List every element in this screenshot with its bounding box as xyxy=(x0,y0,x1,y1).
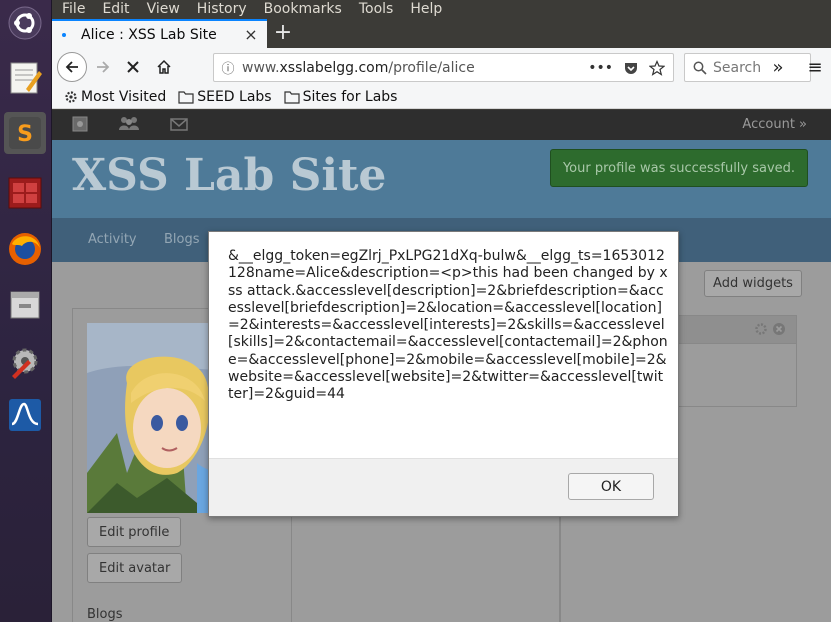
stop-x-icon xyxy=(127,61,139,73)
gear-icon xyxy=(65,91,77,103)
add-widgets-button[interactable]: Add widgets xyxy=(704,270,802,297)
bookmark-star-icon[interactable] xyxy=(649,59,665,76)
search-placeholder: Search xyxy=(713,59,762,76)
search-box[interactable]: Search xyxy=(684,53,811,82)
alert-footer: OK xyxy=(209,458,678,516)
friends-icon[interactable] xyxy=(118,116,140,132)
menu-history[interactable]: History xyxy=(197,0,247,19)
tab-title: Alice : XSS Lab Site xyxy=(81,26,217,43)
site-title[interactable]: XSS Lab Site xyxy=(72,150,386,201)
sublime-text-icon[interactable]: S xyxy=(4,112,46,154)
application-menubar: File Edit View History Bookmarks Tools H… xyxy=(52,0,831,19)
widget-close-icon[interactable] xyxy=(772,322,786,336)
home-icon xyxy=(157,59,171,74)
menu-view[interactable]: View xyxy=(147,0,180,19)
tab-close-icon[interactable]: × xyxy=(243,25,259,44)
terminal-tiles-icon[interactable] xyxy=(4,172,46,214)
account-menu[interactable]: Account » xyxy=(742,117,807,132)
ubuntu-dash-icon[interactable] xyxy=(4,2,46,44)
url-text[interactable]: www.xsslabelgg.com/profile/alice xyxy=(242,60,588,76)
menu-tools[interactable]: Tools xyxy=(359,0,394,19)
system-settings-icon[interactable] xyxy=(4,340,46,382)
forward-button[interactable] xyxy=(92,54,114,80)
tab-loading-indicator-icon xyxy=(62,32,66,37)
stop-button[interactable] xyxy=(122,54,144,80)
elgg-topbar: Account » xyxy=(52,110,831,140)
ok-button[interactable]: OK xyxy=(568,473,654,500)
wireshark-icon[interactable] xyxy=(4,394,46,436)
owner-blogs-link[interactable]: Blogs xyxy=(87,607,123,622)
folder-icon xyxy=(178,91,194,104)
url-bar[interactable]: ⓘ www.xsslabelgg.com/profile/alice ••• xyxy=(213,53,674,82)
hamburger-menu-icon[interactable]: ≡ xyxy=(804,54,826,80)
messages-envelope-icon[interactable] xyxy=(170,116,188,132)
widget-settings-gear-icon[interactable] xyxy=(754,322,768,336)
text-editor-icon[interactable] xyxy=(4,57,46,99)
menu-help[interactable]: Help xyxy=(410,0,442,19)
edit-avatar-button[interactable]: Edit avatar xyxy=(87,553,183,583)
bookmark-most-visited[interactable]: Most Visited xyxy=(64,89,166,105)
search-icon xyxy=(693,61,707,75)
menu-bookmarks[interactable]: Bookmarks xyxy=(264,0,342,19)
alert-dialog: &__elgg_token=egZlrj_PxLPG21dXq-bulw&__e… xyxy=(208,231,679,517)
alert-message: &__elgg_token=egZlrj_PxLPG21dXq-bulw&__e… xyxy=(228,248,668,403)
menu-edit[interactable]: Edit xyxy=(102,0,129,19)
toolbar-overflow-button[interactable]: » xyxy=(767,54,789,80)
svg-text:S: S xyxy=(17,122,33,147)
forward-arrow-icon xyxy=(97,61,110,73)
edit-profile-button[interactable]: Edit profile xyxy=(87,517,182,547)
navigation-toolbar: ⓘ www.xsslabelgg.com/profile/alice ••• S… xyxy=(52,48,831,86)
nav-activity[interactable]: Activity xyxy=(88,232,137,247)
elgg-logo-icon[interactable] xyxy=(72,116,88,132)
nav-blogs[interactable]: Blogs xyxy=(164,232,200,247)
file-manager-icon[interactable] xyxy=(4,284,46,326)
site-header: XSS Lab Site Your profile was successful… xyxy=(52,140,831,218)
success-message[interactable]: Your profile was successfully saved. xyxy=(550,149,808,187)
tab-alice-profile[interactable]: Alice : XSS Lab Site × xyxy=(52,19,267,48)
back-arrow-icon xyxy=(65,61,78,73)
back-button[interactable] xyxy=(57,52,87,82)
home-button[interactable] xyxy=(152,54,176,80)
firefox-icon[interactable] xyxy=(4,228,46,270)
pocket-icon[interactable] xyxy=(623,60,639,76)
bookmark-seed-labs[interactable]: SEED Labs xyxy=(178,89,272,105)
bookmarks-toolbar: Most Visited SEED Labs Sites for Labs xyxy=(52,86,831,109)
folder-icon xyxy=(283,91,300,104)
site-info-icon[interactable]: ⓘ xyxy=(214,58,242,77)
menu-file[interactable]: File xyxy=(62,0,85,19)
page-actions-icon[interactable]: ••• xyxy=(588,60,613,76)
ubuntu-launcher: S xyxy=(0,0,52,622)
new-tab-button[interactable]: + xyxy=(273,21,293,45)
tab-strip: Alice : XSS Lab Site × + xyxy=(52,19,831,48)
bookmark-sites-for-labs[interactable]: Sites for Labs xyxy=(283,89,397,105)
